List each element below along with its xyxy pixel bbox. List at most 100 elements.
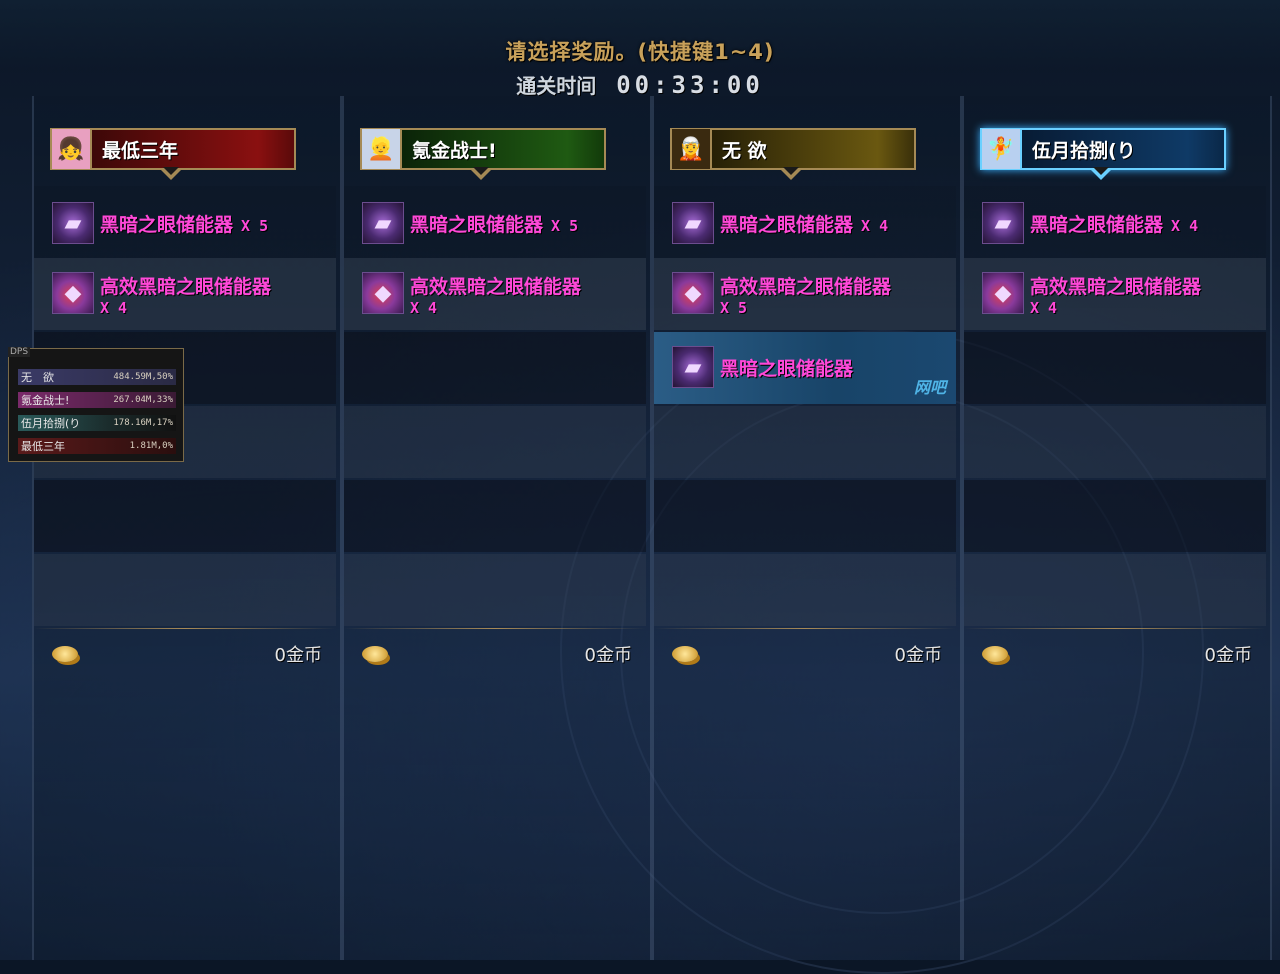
empty-row (654, 554, 956, 626)
reward-row-netcafe[interactable]: ▰ 黑暗之眼储能器 网吧 (654, 332, 956, 404)
reward-item[interactable]: ▰ 黑暗之眼储能器 X 5 (362, 202, 578, 244)
reward-header: 请选择奖励。(快捷键1~4) 通关时间 00:33:00 (0, 36, 1280, 99)
dps-value: 178.16M,17% (113, 418, 173, 428)
white-hair-portrait-icon: 👱 (362, 129, 402, 169)
reward-panel-player-3[interactable]: 🧝 无 欲 ▰ 黑暗之眼储能器 X 4 ◆ 高效黑暗之眼储能器 X 5 ▰ 黑暗之眼… (652, 96, 962, 960)
gold-amount: 0金币 (274, 645, 322, 666)
empty-row (654, 480, 956, 552)
reward-item[interactable]: ▰ 黑暗之眼储能器 X 5 (52, 202, 268, 244)
dps-value: 1.81M,0% (129, 441, 173, 451)
pointer-arrow-icon (780, 167, 802, 180)
player-name: 伍月拾捌(り (1032, 139, 1136, 162)
gold-amount: 0金币 (584, 645, 632, 666)
clear-time-row: 通关时间 00:33:00 (0, 70, 1280, 99)
item-qty: X 4 (410, 299, 438, 317)
player-name-bar: 🧝 无 欲 (670, 128, 916, 180)
red-gem-vial-icon: ◆ (672, 272, 714, 314)
empty-row (344, 406, 646, 478)
empty-row (964, 332, 1266, 404)
reward-panel-player-4[interactable]: 🧚 伍月拾捌(り ▰ 黑暗之眼储能器 X 4 ◆ 高效黑暗之眼储能器 X 4 0金币 (962, 96, 1272, 960)
empty-row (654, 406, 956, 478)
divider (964, 628, 1266, 629)
pointer-arrow-icon (470, 167, 492, 180)
gold-coin-icon (672, 646, 698, 662)
empty-row (964, 480, 1266, 552)
reward-row[interactable]: ◆ 高效黑暗之眼储能器 X 4 (34, 258, 336, 330)
empty-row (344, 480, 646, 552)
purple-vial-icon: ▰ (362, 202, 404, 244)
reward-row[interactable]: ▰ 黑暗之眼储能器 X 4 (654, 186, 956, 258)
item-qty: X 5 (551, 217, 579, 235)
player-name: 最低三年 (102, 139, 179, 162)
gold-coin-icon (982, 646, 1008, 662)
reward-prompt: 请选择奖励。(快捷键1~4) (505, 40, 775, 64)
gold-amount: 0金币 (894, 645, 942, 666)
item-qty: X 5 (241, 217, 269, 235)
item-qty: X 4 (861, 217, 889, 235)
red-gem-vial-icon: ◆ (982, 272, 1024, 314)
dps-row: 最低三年 1.81M,0% (18, 438, 176, 454)
item-qty: X 5 (720, 299, 748, 317)
player-name-bar: 👱 氪金战士! (360, 128, 606, 180)
empty-row (34, 480, 336, 552)
clear-time-label: 通关时间 (516, 74, 597, 98)
clear-time-value: 00:33:00 (616, 70, 764, 99)
dps-row: 伍月拾捌(り 178.16M,17% (18, 415, 176, 431)
item-name: 黑暗之眼储能器 (1030, 214, 1164, 236)
dps-player-name: 无 欲 (21, 371, 54, 384)
pointer-arrow-icon (1090, 167, 1112, 180)
dps-value: 267.04M,33% (113, 395, 173, 405)
item-qty: X 4 (100, 299, 128, 317)
reward-item[interactable]: ◆ 高效黑暗之眼储能器 X 4 (52, 272, 271, 317)
item-qty: X 4 (1171, 217, 1199, 235)
netcafe-tag: 网吧 (913, 378, 946, 397)
reward-item[interactable]: ▰ 黑暗之眼储能器 (672, 346, 853, 388)
dps-title: DPS (8, 347, 31, 357)
dps-player-name: 氪金战士! (21, 394, 70, 407)
reward-row[interactable]: ▰ 黑暗之眼储能器 X 4 (964, 186, 1266, 258)
empty-row (964, 554, 1266, 626)
gold-amount: 0金币 (1204, 645, 1252, 666)
player-name: 无 欲 (722, 139, 767, 162)
empty-row (344, 332, 646, 404)
blue-hair-portrait-icon: 🧚 (982, 129, 1022, 169)
dps-player-name: 伍月拾捌(り (21, 417, 81, 430)
item-name: 黑暗之眼储能器 (410, 214, 544, 236)
reward-item[interactable]: ◆ 高效黑暗之眼储能器 X 4 (362, 272, 581, 317)
item-name: 黑暗之眼储能器 (720, 358, 854, 380)
reward-item[interactable]: ◆ 高效黑暗之眼储能器 X 5 (672, 272, 891, 317)
gold-reward: 0金币 (982, 641, 1252, 667)
item-name: 黑暗之眼储能器 (720, 214, 854, 236)
player-name: 氪金战士! (412, 139, 497, 162)
reward-item[interactable]: ▰ 黑暗之眼储能器 X 4 (982, 202, 1198, 244)
item-name: 高效黑暗之眼储能器 (720, 276, 892, 298)
purple-vial-icon: ▰ (672, 346, 714, 388)
reward-item[interactable]: ◆ 高效黑暗之眼储能器 X 4 (982, 272, 1201, 317)
reward-row[interactable]: ◆ 高效黑暗之眼储能器 X 5 (654, 258, 956, 330)
divider (654, 628, 956, 629)
gold-coin-icon (52, 646, 78, 662)
empty-row (344, 554, 646, 626)
dps-value: 484.59M,50% (113, 372, 173, 382)
dps-meter[interactable]: DPS 无 欲 484.59M,50% 氪金战士! 267.04M,33% 伍月… (8, 347, 184, 462)
reward-row[interactable]: ▰ 黑暗之眼储能器 X 5 (344, 186, 646, 258)
reward-row[interactable]: ◆ 高效黑暗之眼储能器 X 4 (344, 258, 646, 330)
player-name-bar: 👧 最低三年 (50, 128, 296, 180)
reward-row[interactable]: ◆ 高效黑暗之眼储能器 X 4 (964, 258, 1266, 330)
pointer-arrow-icon (160, 167, 182, 180)
reward-panel-player-2[interactable]: 👱 氪金战士! ▰ 黑暗之眼储能器 X 5 ◆ 高效黑暗之眼储能器 X 4 0金币 (342, 96, 652, 960)
divider (344, 628, 646, 629)
red-gem-vial-icon: ◆ (52, 272, 94, 314)
reward-row[interactable]: ▰ 黑暗之眼储能器 X 5 (34, 186, 336, 258)
player-name-bar: 🧚 伍月拾捌(り (980, 128, 1226, 180)
gold-reward: 0金币 (52, 641, 322, 667)
item-name: 高效黑暗之眼储能器 (100, 276, 272, 298)
gold-reward: 0金币 (672, 641, 942, 667)
gold-coin-icon (362, 646, 388, 662)
dark-blonde-portrait-icon: 🧝 (672, 129, 712, 169)
gold-reward: 0金币 (362, 641, 632, 667)
reward-item[interactable]: ▰ 黑暗之眼储能器 X 4 (672, 202, 888, 244)
item-name: 高效黑暗之眼储能器 (410, 276, 582, 298)
dps-row: 无 欲 484.59M,50% (18, 369, 176, 385)
red-gem-vial-icon: ◆ (362, 272, 404, 314)
